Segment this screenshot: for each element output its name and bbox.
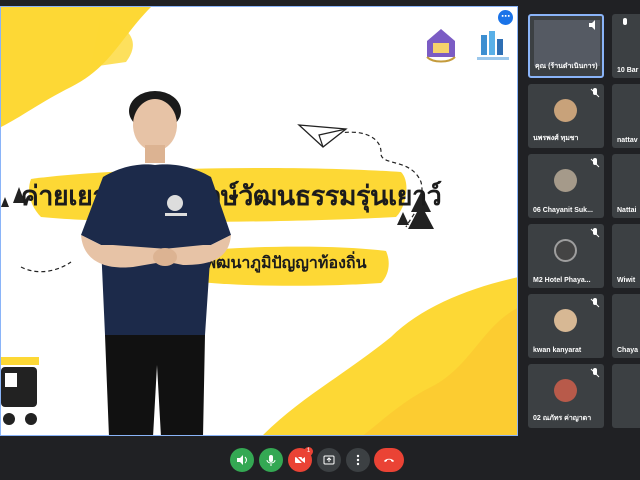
university-logo	[426, 29, 456, 63]
mic-off-icon	[590, 298, 600, 308]
present-screen-icon	[323, 455, 335, 465]
presentation-stage: ⋯ ค่ายเยาวชนอนุรักษ์วัฒนธรรมรุ่นเยาว์ พั…	[0, 6, 518, 436]
volume-icon	[237, 455, 247, 465]
participant-name: Chaya	[617, 347, 639, 354]
volume-button[interactable]	[230, 448, 254, 472]
presenter-video	[81, 91, 231, 435]
pin-icon[interactable]: ⋯	[498, 10, 513, 25]
participant-tile[interactable]: นพรพงศ์ ทุมชา	[528, 84, 604, 148]
more-icon	[356, 454, 360, 466]
participant-name: M2 Hotel Phaya...	[533, 277, 591, 284]
avatar	[554, 309, 577, 332]
end-call-button[interactable]	[374, 448, 404, 472]
end-call-icon	[384, 458, 394, 462]
more-options-button[interactable]	[346, 448, 370, 472]
participant-tile[interactable]: 10 Bar	[612, 14, 640, 78]
participant-tile[interactable]	[612, 364, 640, 428]
participant-tile[interactable]: M2 Hotel Phaya...	[528, 224, 604, 288]
participant-name: Wiwit	[617, 277, 636, 284]
mic-icon	[266, 455, 276, 466]
participant-tile[interactable]: kwan kanyarat	[528, 294, 604, 358]
avatar	[554, 99, 577, 122]
mic-off-icon	[623, 18, 627, 25]
participant-name: kwan kanyarat	[533, 347, 582, 354]
participant-name: นพรพงศ์ ทุมชา	[533, 135, 579, 142]
participant-tile[interactable]: 06 Chayanit Suk...	[528, 154, 604, 218]
participant-tile[interactable]: คุณ (ร้านดำเนินการ)	[528, 14, 604, 78]
speaker-icon	[589, 20, 595, 30]
participant-name: Nattai	[617, 207, 637, 214]
camera-button[interactable]: 1	[288, 447, 313, 472]
mic-off-icon	[590, 368, 600, 378]
participant-name: 06 Chayanit Suk...	[533, 207, 593, 214]
camera-off-icon	[294, 454, 306, 466]
avatar	[554, 379, 577, 402]
participant-name: 10 Bar	[617, 67, 639, 74]
participant-name: 02 ณภัทร ค่าญาดา	[533, 415, 592, 422]
present-badge: 1	[304, 447, 313, 456]
meeting-controls: 1	[0, 440, 640, 480]
participant-tile[interactable]: Wiwit	[612, 224, 640, 288]
participant-name: nattav	[617, 137, 638, 144]
mic-off-icon	[590, 228, 600, 238]
participant-tile[interactable]: Chaya	[612, 294, 640, 358]
avatar	[554, 169, 577, 192]
mic-button[interactable]	[259, 448, 283, 472]
mic-off-icon	[590, 158, 600, 168]
participant-tile[interactable]: nattav	[612, 84, 640, 148]
mic-off-icon	[590, 88, 600, 98]
avatar	[554, 239, 577, 262]
participant-name: คุณ (ร้านดำเนินการ)	[535, 63, 598, 70]
participant-tile[interactable]: 02 ณภัทร ค่าญาดา	[528, 364, 604, 428]
partner-logo	[477, 31, 509, 60]
present-button[interactable]	[317, 448, 341, 472]
participant-tile[interactable]: Nattai	[612, 154, 640, 218]
